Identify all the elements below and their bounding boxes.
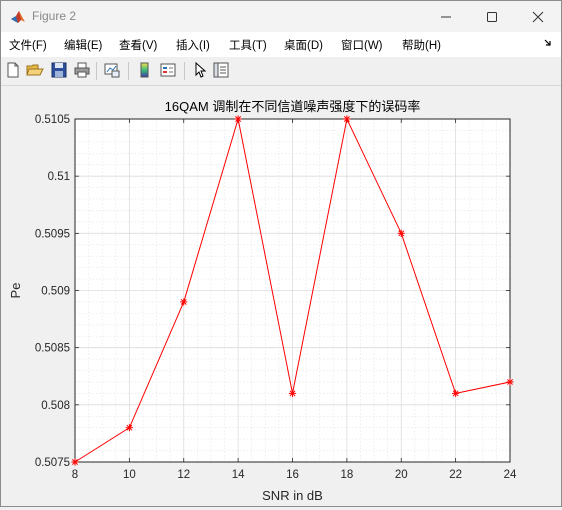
menu-desktop[interactable]: 桌面(D) [284,37,323,53]
x-tick-label: 14 [232,469,245,481]
y-axis-label: Pe [8,283,23,299]
y-tick-label: 0.5085 [35,343,70,355]
x-tick-label: 24 [504,469,517,481]
print-icon[interactable] [73,61,91,79]
menu-file[interactable]: 文件(F) [9,37,47,53]
window-title: Figure 2 [32,9,77,23]
x-axis-label: SNR in dB [262,488,323,503]
toolbar-separator [128,62,129,80]
data-point-marker [288,389,297,397]
figure-canvas: 0.5075 0.508 0.5085 0.509 0.5095 0.51 0.5105 8… [1,86,561,506]
y-tick-label: 0.5095 [35,228,70,240]
minimize-button[interactable] [423,1,469,32]
link-plot-icon[interactable] [103,61,121,79]
close-icon [532,11,544,22]
menu-edit[interactable]: 编辑(E) [64,37,102,53]
menu-window[interactable]: 窗口(W) [341,37,383,53]
data-point-marker [452,389,460,397]
maximize-icon [487,11,497,22]
toolbar-separator [96,62,97,80]
save-icon[interactable] [50,61,68,79]
maximize-button[interactable] [469,1,515,32]
y-tick-label: 0.51 [48,171,70,183]
data-point-marker [125,424,133,432]
x-tick-label: 16 [286,469,299,481]
edit-plot-pointer-icon[interactable] [191,61,209,79]
data-point-marker [180,298,188,306]
matlab-logo-icon [11,11,25,23]
x-tick-label: 22 [449,469,462,481]
data-point-marker [397,229,405,237]
close-button[interactable] [515,1,561,32]
menu-bar: 文件(F) 编辑(E) 查看(V) 插入(I) 工具(T) 桌面(D) 窗口(W… [1,32,561,57]
menu-help[interactable]: 帮助(H) [402,37,441,53]
data-point-marker [506,378,514,386]
toolbar-separator [184,62,185,80]
data-point-marker [71,458,79,466]
new-figure-icon[interactable] [4,61,22,79]
menu-tools[interactable]: 工具(T) [229,37,267,53]
y-tick-label: 0.509 [41,286,70,298]
y-tick-label: 0.5105 [35,114,70,126]
insert-legend-icon[interactable] [159,61,177,79]
x-tick-label: 10 [123,469,136,481]
x-tick-label: 8 [72,469,78,481]
figure-window: Figure 2 文件(F) 编辑(E) 查看(V) 插入(I) 工具(T) 桌… [0,0,562,507]
x-tick-label: 20 [395,469,408,481]
menu-overflow-arrow-icon[interactable] [543,38,553,48]
minimize-icon [441,16,451,17]
property-inspector-icon[interactable] [212,61,230,79]
y-tick-label: 0.508 [41,400,70,412]
menu-insert[interactable]: 插入(I) [176,37,210,53]
toolbar [1,57,561,86]
chart[interactable]: 0.5075 0.508 0.5085 0.509 0.5095 0.51 0.5105 8… [1,86,561,506]
y-tick-label: 0.5075 [35,457,70,469]
open-file-icon[interactable] [26,61,44,79]
x-tick-label: 12 [177,469,190,481]
data-point-marker [343,115,351,123]
menu-view[interactable]: 查看(V) [119,37,157,53]
chart-title: 16QAM 调制在不同信道噪声强度下的误码率 [165,99,421,114]
insert-colorbar-icon[interactable] [136,61,154,79]
data-point-marker [234,115,242,123]
title-bar[interactable]: Figure 2 [1,1,561,32]
x-tick-label: 18 [340,469,353,481]
